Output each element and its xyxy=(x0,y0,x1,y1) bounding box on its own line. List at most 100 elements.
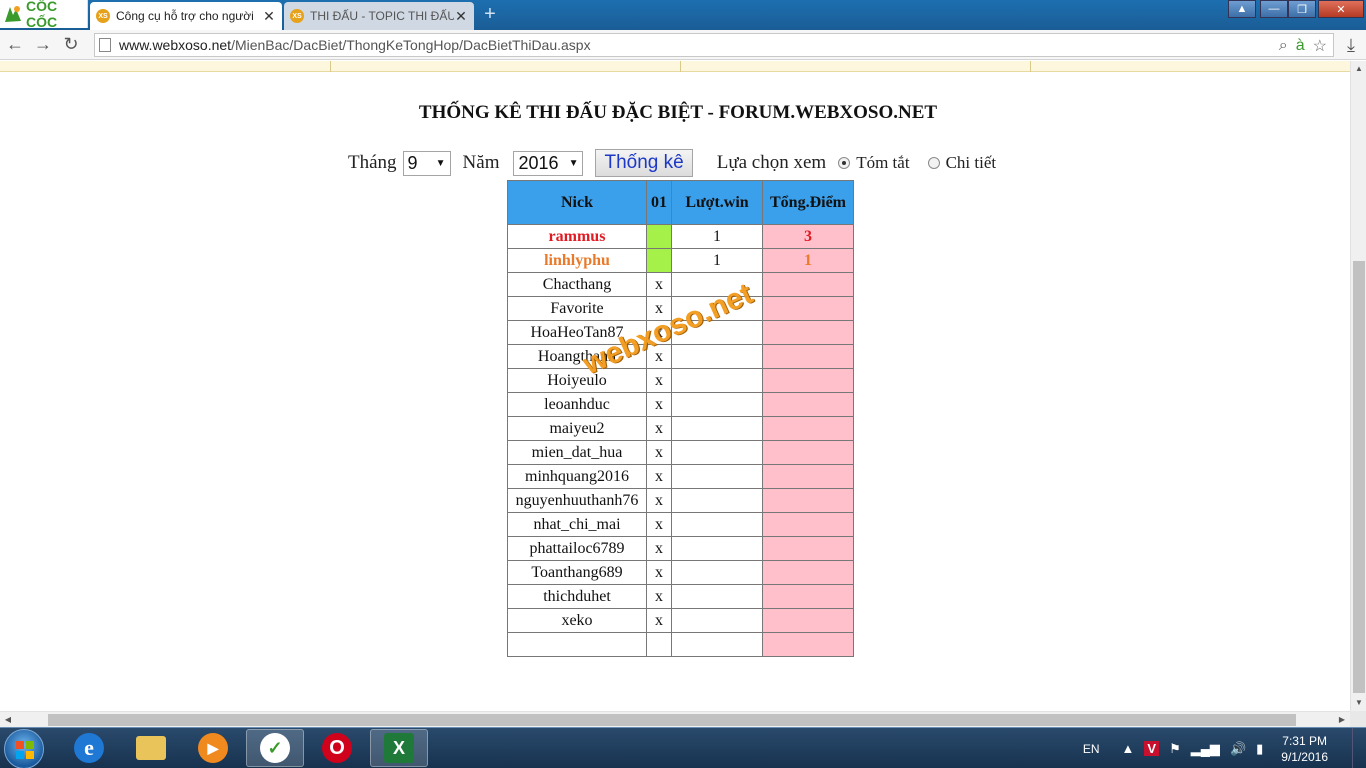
table-row: Chacthang x xyxy=(507,272,854,297)
language-indicator[interactable]: EN xyxy=(1083,742,1100,756)
zoom-icon[interactable]: ⌕ xyxy=(1279,37,1288,55)
radio-label: Tóm tắt xyxy=(856,153,910,172)
cell-nick xyxy=(507,632,647,657)
tab-current[interactable]: XS Công cụ hỗ trợ cho người ✕ xyxy=(90,2,282,30)
antivirus-icon[interactable]: V xyxy=(1144,741,1160,756)
vertical-scrollbar[interactable]: ▲ ▼ xyxy=(1350,61,1366,711)
show-desktop-button[interactable] xyxy=(1352,728,1366,768)
new-tab-icon[interactable]: + xyxy=(480,4,500,24)
cell-wins xyxy=(671,440,763,465)
clock[interactable]: 7:31 PM 9/1/2016 xyxy=(1281,733,1328,765)
coccoc-logo-icon xyxy=(2,3,24,25)
start-button[interactable] xyxy=(4,729,44,768)
top-menu-strip xyxy=(0,61,1350,72)
coccoc-browser-icon[interactable]: ✓ xyxy=(246,729,304,767)
browser-brand[interactable]: CỐC CỐC xyxy=(0,0,88,30)
excel-icon[interactable]: X xyxy=(370,729,428,767)
close-window-icon[interactable]: ✕ xyxy=(1318,0,1364,18)
tab-title: Công cụ hỗ trợ cho người xyxy=(116,9,254,23)
cell-wins xyxy=(671,368,763,393)
page-content: THỐNG KÊ THI ĐẤU ĐẶC BIỆT - FORUM.WEBXOS… xyxy=(0,61,1350,711)
cell-points xyxy=(762,488,854,513)
table-row: mien_dat_hua x xyxy=(507,440,854,465)
action-center-flag-icon[interactable]: ⚑ xyxy=(1169,741,1181,757)
cell-day-01: x xyxy=(646,584,672,609)
scroll-right-icon[interactable]: ▶ xyxy=(1334,712,1350,728)
tab-thi-dau[interactable]: XS THI ĐẤU - TOPIC THI ĐẤU ✕ xyxy=(284,2,474,30)
table-row: thichduhet x xyxy=(507,584,854,609)
cell-nick: nguyenhuuthanh76 xyxy=(507,488,647,513)
cell-points xyxy=(762,632,854,657)
cell-nick: rammus xyxy=(507,224,647,249)
radio-chi-tiet[interactable]: Chi tiết xyxy=(927,153,997,173)
tab-favicon: XS xyxy=(96,9,110,23)
cell-points xyxy=(762,584,854,609)
cell-day-01: x xyxy=(646,464,672,489)
internet-explorer-icon[interactable]: e xyxy=(60,729,118,767)
cell-wins xyxy=(671,584,763,609)
user-icon[interactable]: ▲ xyxy=(1228,0,1256,18)
horizontal-scrollbar[interactable]: ◀ ▶ xyxy=(0,711,1350,727)
volume-icon[interactable]: 🔊 xyxy=(1230,741,1246,757)
radio-tom-tat[interactable]: Tóm tắt xyxy=(838,153,910,173)
browser-brand-text: CỐC CỐC xyxy=(26,0,58,30)
cell-nick: nhat_chi_mai xyxy=(507,512,647,537)
year-select[interactable]: 2016 ▼ xyxy=(513,150,584,176)
header-nick: Nick xyxy=(507,180,647,225)
table-row: Hoangthanh x xyxy=(507,344,854,369)
system-tray: EN ▲ V ⚑ ▂▄▆ 🔊 ▮ 7:31 PM 9/1/2016 xyxy=(1083,728,1366,768)
show-hidden-icons-icon[interactable]: ▲ xyxy=(1122,741,1135,756)
restore-icon[interactable]: ❐ xyxy=(1288,0,1316,18)
cell-points xyxy=(762,320,854,345)
address-bar[interactable]: www.webxoso.net /MienBac/DacBiet/ThongKe… xyxy=(94,33,1334,57)
table-row: linhlyphu 1 1 xyxy=(507,248,854,273)
cell-points: 3 xyxy=(762,224,854,249)
cell-points xyxy=(762,416,854,441)
reload-icon[interactable]: ↻ xyxy=(58,32,84,58)
battery-icon[interactable]: ▮ xyxy=(1256,741,1263,757)
radio-label: Chi tiết xyxy=(945,153,997,172)
table-row: rammus 1 3 xyxy=(507,224,854,249)
cell-day-01: x xyxy=(646,392,672,417)
cell-wins xyxy=(671,464,763,489)
cell-points xyxy=(762,464,854,489)
close-tab-icon[interactable]: ✕ xyxy=(454,8,468,25)
radio-unselected-icon xyxy=(927,157,940,169)
cell-points: 1 xyxy=(762,248,854,273)
opera-icon[interactable]: O xyxy=(308,729,366,767)
page-icon xyxy=(99,38,111,52)
scroll-corner xyxy=(1350,711,1366,727)
cell-points xyxy=(762,440,854,465)
file-explorer-icon[interactable] xyxy=(122,729,180,767)
media-player-icon[interactable]: ▶ xyxy=(184,729,242,767)
back-arrow-icon[interactable]: ← xyxy=(2,32,28,58)
cell-nick: Toanthang689 xyxy=(507,560,647,585)
minimize-icon[interactable]: — xyxy=(1260,0,1288,18)
cell-points xyxy=(762,392,854,417)
close-tab-icon[interactable]: ✕ xyxy=(262,8,276,25)
vertical-scroll-thumb[interactable] xyxy=(1353,261,1365,693)
scroll-up-icon[interactable]: ▲ xyxy=(1351,61,1366,77)
scroll-down-icon[interactable]: ▼ xyxy=(1351,695,1366,711)
cell-points xyxy=(762,608,854,633)
month-select[interactable]: 9 ▼ xyxy=(402,150,451,176)
cell-day-01 xyxy=(646,224,672,249)
cell-wins xyxy=(671,632,763,657)
forward-arrow-icon[interactable]: → xyxy=(30,32,56,58)
cell-wins xyxy=(671,560,763,585)
table-row: leoanhduc x xyxy=(507,392,854,417)
download-icon[interactable]: ⤓ xyxy=(1338,32,1364,58)
month-label: Tháng xyxy=(348,152,397,173)
network-signal-icon[interactable]: ▂▄▆ xyxy=(1191,741,1220,757)
bookmark-star-icon[interactable]: ☆ xyxy=(1313,36,1327,56)
view-mode-label: Lựa chọn xem xyxy=(716,152,827,173)
cell-points xyxy=(762,272,854,297)
cell-day-01: x xyxy=(646,440,672,465)
browser-tab-strip: CỐC CỐC XS Công cụ hỗ trợ cho người ✕ XS… xyxy=(0,0,1366,30)
horizontal-scroll-thumb[interactable] xyxy=(48,714,1296,726)
cell-wins: 1 xyxy=(671,224,763,249)
thong-ke-button[interactable]: Thống kê xyxy=(595,149,693,177)
cell-wins xyxy=(671,608,763,633)
scroll-left-icon[interactable]: ◀ xyxy=(0,712,16,728)
vietnamese-input-icon[interactable]: à xyxy=(1296,37,1305,55)
